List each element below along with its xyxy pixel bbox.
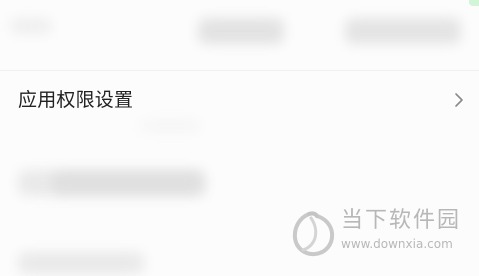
blurred-content-top-middle [198,18,284,44]
blurred-content-top-right [345,18,461,44]
downxia-logo-icon [291,208,337,258]
top-right-accent [469,0,479,6]
watermark-url: www.downxia.com [341,237,453,251]
chevron-right-icon [451,92,467,108]
watermark: 当下软件园 www.downxia.com [291,208,461,258]
app-permission-settings-row[interactable]: 应用权限设置 [0,75,479,125]
settings-screen: 应用权限设置 当下软件园 www.downxia.com [0,0,479,276]
watermark-site-name: 当下软件园 [341,208,462,233]
app-permission-settings-label: 应用权限设置 [18,88,134,111]
blurred-content-top-left [10,18,52,34]
blurred-content-row-inner [52,172,202,194]
blurred-content-bottom [18,252,144,274]
row-divider [0,70,479,71]
